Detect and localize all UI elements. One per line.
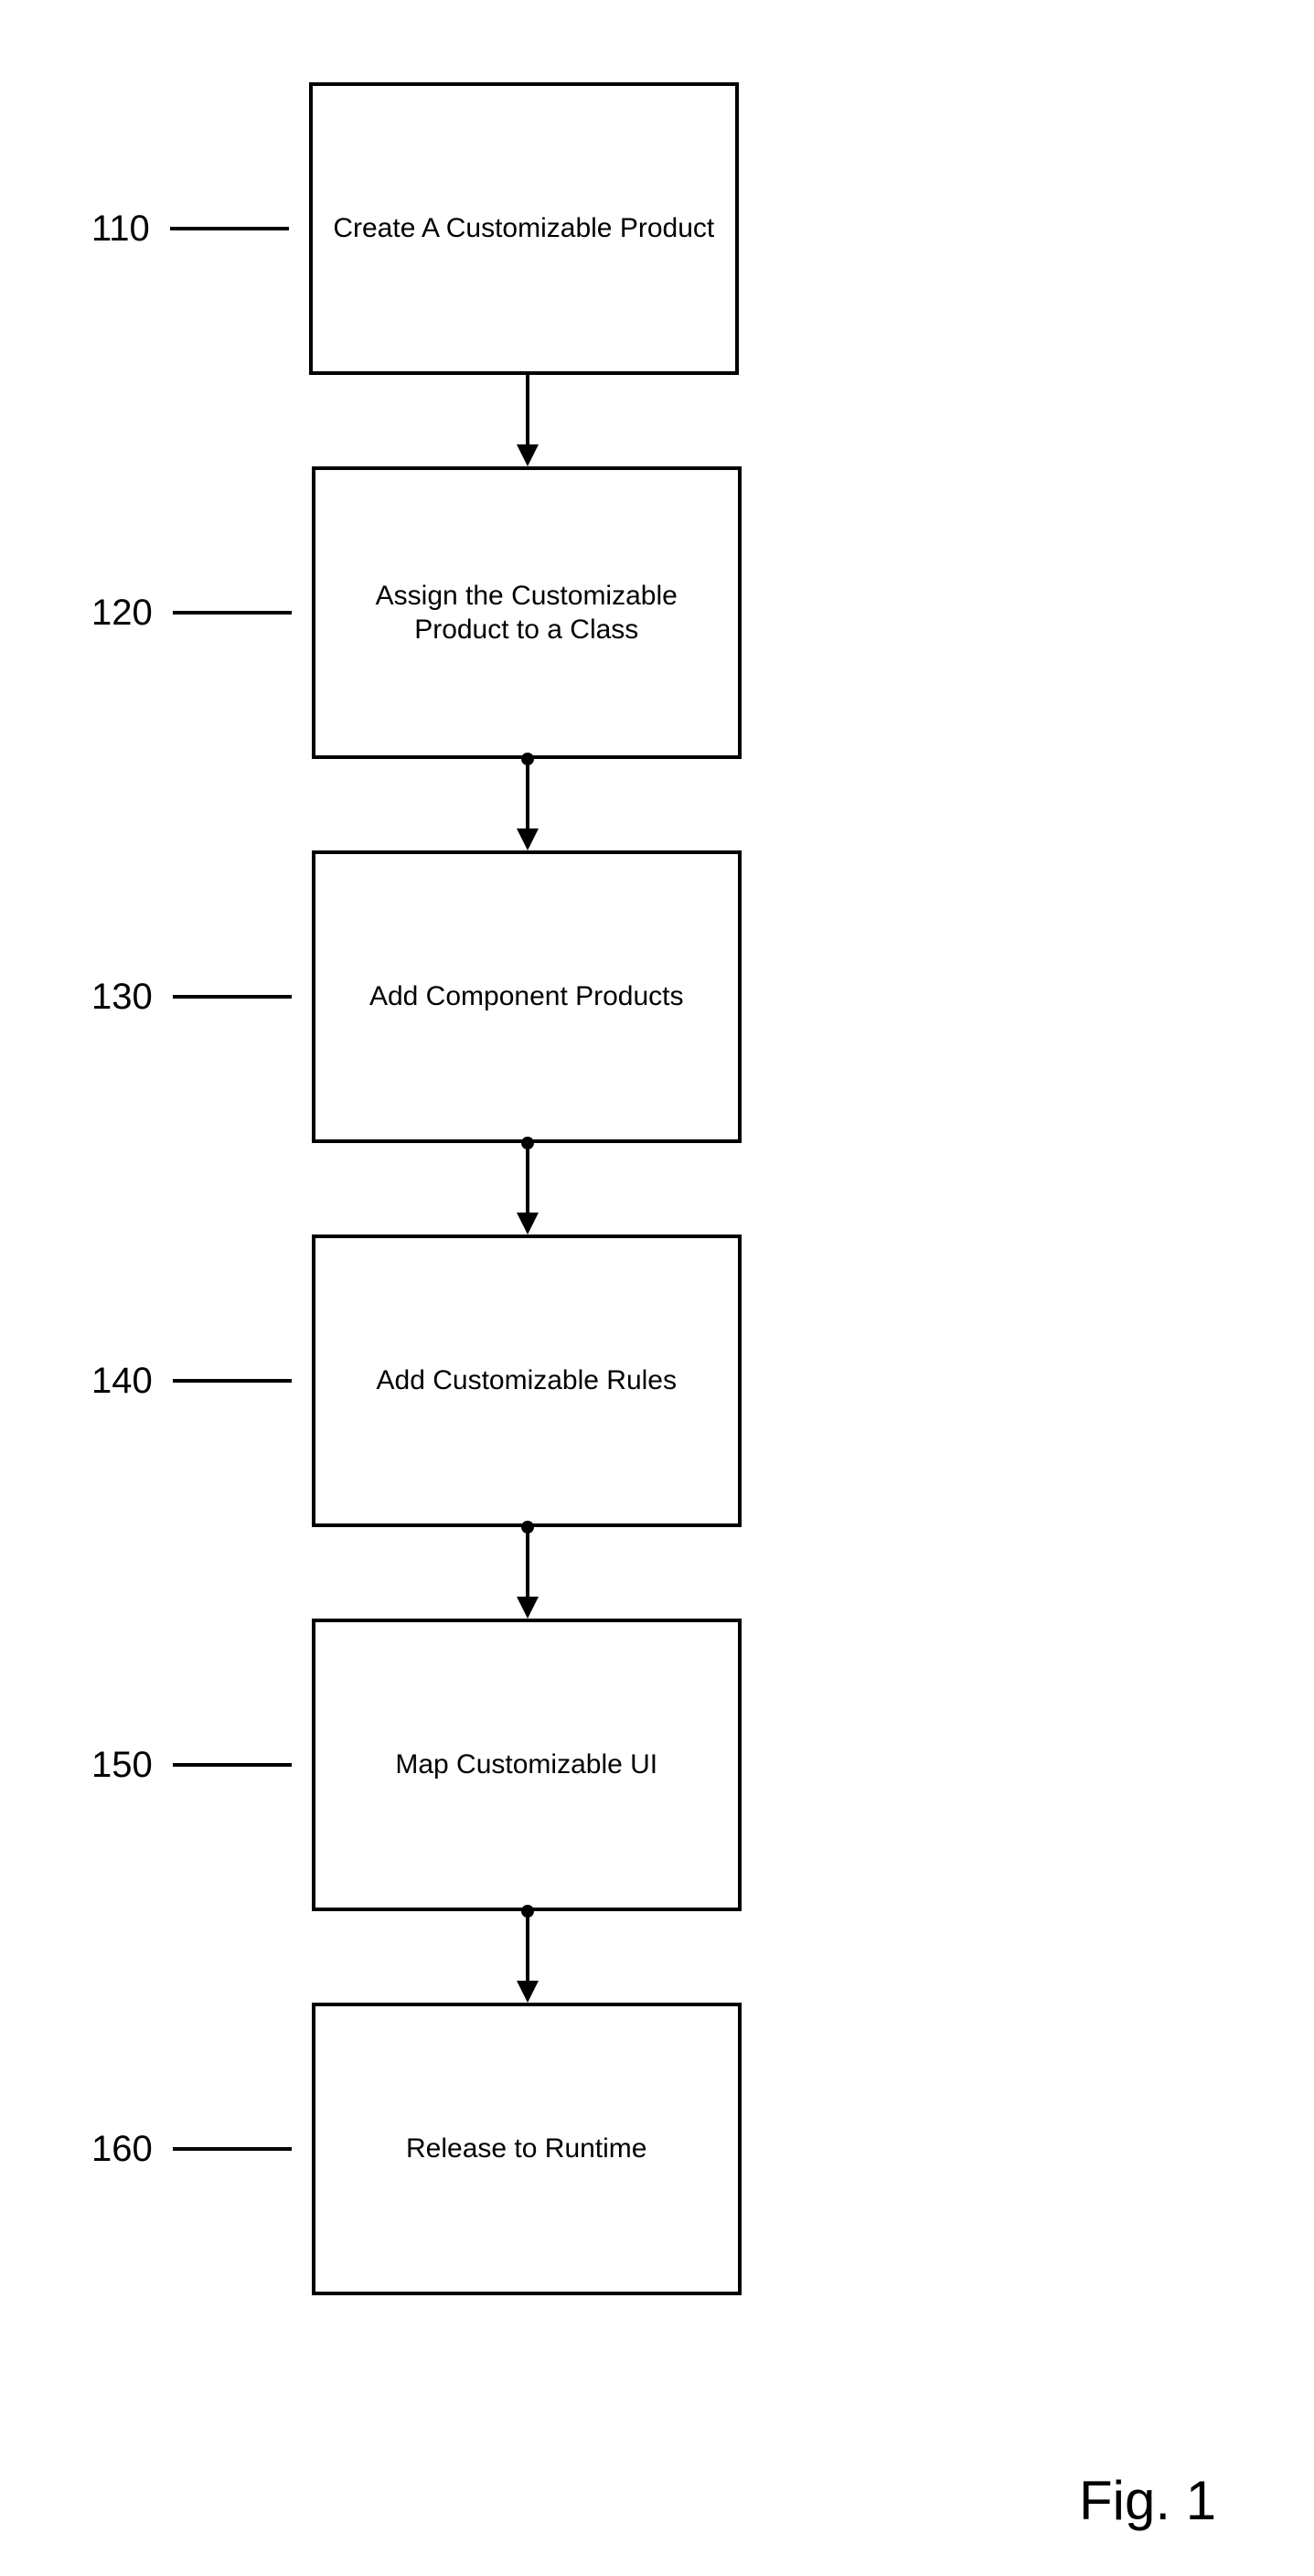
flowchart-step: 110 Create A Customizable Product [91,82,739,375]
connector-dot [521,1521,534,1534]
lead-line [173,1763,292,1767]
lead-line [173,1379,292,1383]
arrow-down-icon [517,1213,539,1235]
step-ref-number: 130 [91,977,153,1018]
connector-dot [521,1905,534,1918]
connector-line [526,1911,529,1983]
figure-label: Fig. 1 [1079,2469,1216,2532]
flowchart-box-text: Add Component Products [369,979,684,1014]
step-ref-number: 110 [91,208,150,250]
flowchart-step: 120 Assign the Customizable Product to a … [91,466,742,759]
flowchart-box-text: Create A Customizable Product [333,211,714,246]
flowchart-connector [526,1143,529,1235]
step-ref-number: 120 [91,593,153,634]
lead-line [173,2147,292,2151]
flowchart-box: Add Customizable Rules [312,1235,742,1527]
arrow-down-icon [517,444,539,466]
arrow-down-icon [517,828,539,850]
step-ref-number: 160 [91,2129,153,2170]
connector-line [526,1143,529,1214]
flowchart-connector [526,375,529,466]
arrow-down-icon [517,1597,539,1619]
lead-line [170,227,289,230]
connector-line [526,375,529,446]
flowchart-step: 140 Add Customizable Rules [91,1235,742,1527]
flowchart-canvas: 110 Create A Customizable Product 120 Assig… [0,0,1314,2576]
step-ref-number: 150 [91,1745,153,1786]
flowchart-box-text: Assign the Customizable Product to a Cla… [334,579,720,647]
step-ref-number: 140 [91,1361,153,1402]
flowchart-box: Release to Runtime [312,2003,742,2295]
flowchart-box: Create A Customizable Product [309,82,739,375]
flowchart-box: Map Customizable UI [312,1619,742,1911]
arrow-down-icon [517,1981,539,2003]
flowchart-step: 150 Map Customizable UI [91,1619,742,1911]
lead-line [173,995,292,999]
flowchart-box: Add Component Products [312,850,742,1143]
connector-dot [521,1137,534,1149]
connector-dot [521,753,534,765]
flowchart-connector [526,759,529,850]
flowchart-connector [526,1911,529,2003]
flowchart-box: Assign the Customizable Product to a Cla… [312,466,742,759]
flowchart-box-text: Release to Runtime [406,2132,646,2166]
flowchart-box-text: Add Customizable Rules [377,1363,678,1398]
flowchart-connector [526,1527,529,1619]
lead-line [173,611,292,615]
connector-line [526,759,529,830]
flowchart-box-text: Map Customizable UI [395,1748,657,1782]
connector-line [526,1527,529,1598]
flowchart-step: 130 Add Component Products [91,850,742,1143]
flowchart-step: 160 Release to Runtime [91,2003,742,2295]
